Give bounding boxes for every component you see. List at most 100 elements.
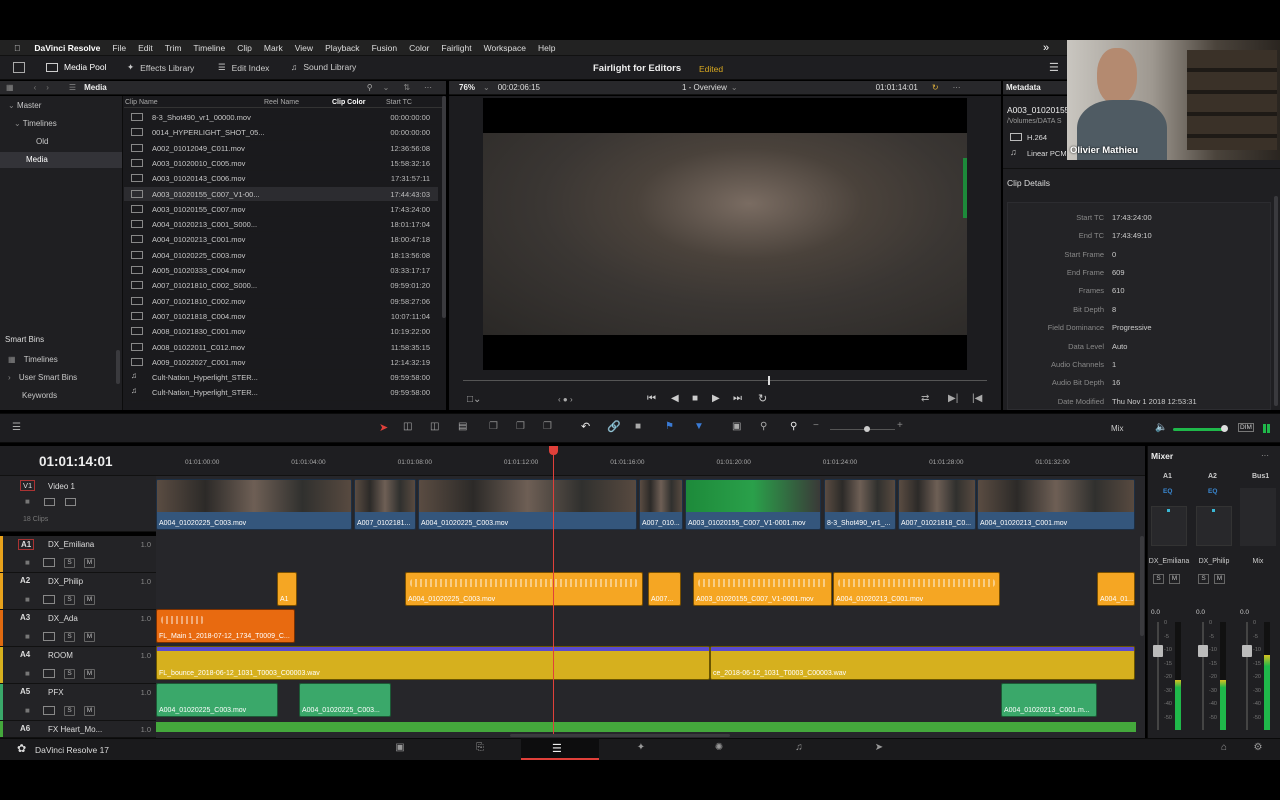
- sort-icon[interactable]: ⇅: [403, 83, 410, 92]
- color-page-icon[interactable]: ✺: [712, 743, 726, 753]
- eq-button[interactable]: EQ: [1163, 488, 1172, 495]
- more-options-icon[interactable]: ···: [424, 83, 432, 92]
- inspector-sliders-icon[interactable]: ☰: [1049, 61, 1059, 74]
- track-volume[interactable]: 1.0: [141, 614, 151, 623]
- go-to-start-icon[interactable]: ⏮: [647, 393, 656, 404]
- play-reverse-icon[interactable]: ◀: [671, 393, 679, 404]
- search-icon[interactable]: ⚲: [367, 83, 373, 92]
- solo-button[interactable]: S: [64, 558, 75, 568]
- bin-master[interactable]: ⌄ Master: [0, 98, 122, 114]
- smart-bin-timelines[interactable]: ▦ Timelines: [0, 352, 122, 368]
- audio-clip[interactable]: A004_01020213_C001.m...: [1001, 683, 1097, 717]
- clip-row[interactable]: A003_01020155_C007_V1-00... 17:44:43:03: [124, 186, 438, 202]
- video-clip[interactable]: A004_01020225_C003.mov: [156, 479, 352, 530]
- fader-knob[interactable]: [1153, 645, 1163, 657]
- enable-video-icon[interactable]: [65, 498, 76, 506]
- main-volume-slider[interactable]: [1173, 428, 1225, 431]
- solo-button[interactable]: S: [64, 595, 75, 605]
- settings-gear-icon[interactable]: ⚙: [1251, 743, 1265, 753]
- edit-index-button[interactable]: ☰ Edit Index: [218, 62, 269, 73]
- transform-icon[interactable]: □⌄: [467, 394, 481, 405]
- playhead-handle[interactable]: [549, 446, 558, 455]
- video-clip[interactable]: A003_01020155_C007_V1-0001.mov: [685, 479, 821, 530]
- auto-select-icon[interactable]: [43, 595, 55, 604]
- clip-row[interactable]: A007_01021810_C002.mov 09:58:27:06: [124, 294, 438, 309]
- audio-clip[interactable]: A004_01020225_C003.mov: [405, 572, 643, 606]
- audio-clip[interactable]: A1: [277, 572, 297, 606]
- clip-row[interactable]: ♫ Cult-Nation_Hyperlight_STER... 09:59:58:…: [124, 385, 438, 401]
- clip-row[interactable]: A008_01021830_C001.mov 10:19:22:00: [124, 324, 438, 340]
- main-volume-knob[interactable]: [1221, 425, 1228, 432]
- dynamic-trim-icon[interactable]: ◫: [430, 421, 439, 432]
- lock-icon[interactable]: ■: [25, 595, 30, 604]
- menu-clip[interactable]: Clip: [231, 43, 258, 53]
- forward-icon[interactable]: ›: [46, 83, 49, 92]
- track-name[interactable]: PFX: [48, 688, 64, 697]
- mixer-solo-button[interactable]: S: [1153, 574, 1164, 584]
- clip-row[interactable]: A007_01021810_C002_S000... 09:59:01:20: [124, 278, 438, 294]
- smart-bin-keywords[interactable]: Keywords: [0, 388, 122, 404]
- menu-timeline[interactable]: Timeline: [187, 43, 231, 53]
- audio-clip[interactable]: A004_01...: [1097, 572, 1135, 606]
- clip-row[interactable]: 0014_HYPERLIGHT_SHOT_05... 00:00:00:00: [124, 125, 438, 141]
- bin-old[interactable]: Old: [0, 134, 122, 150]
- zoom-detail-icon[interactable]: ⚲: [760, 421, 767, 432]
- mute-button[interactable]: M: [84, 706, 95, 716]
- clip-row[interactable]: A004_01020225_C003.mov 18:13:56:08: [124, 248, 438, 263]
- track-name[interactable]: ROOM: [48, 651, 73, 660]
- timeline-selector[interactable]: 1 - Overview: [682, 83, 727, 92]
- metadata-scrollbar[interactable]: [1274, 196, 1278, 406]
- fairlight-page-icon[interactable]: ♫: [792, 743, 806, 753]
- chevron-down-icon[interactable]: ⌄: [383, 83, 390, 92]
- match-frame-icon[interactable]: ⇄: [921, 393, 929, 404]
- track-id[interactable]: A5: [20, 687, 30, 696]
- zoom-slider[interactable]: [830, 429, 895, 430]
- audio-clip[interactable]: A004_01020213_C001.mov: [833, 572, 1000, 606]
- list-view-icon[interactable]: ☰: [69, 83, 76, 92]
- auto-select-icon[interactable]: [43, 706, 55, 715]
- audio-clip-a6[interactable]: [156, 722, 1136, 732]
- auto-select-icon[interactable]: [43, 632, 55, 641]
- mark-in-icon[interactable]: ▶|: [948, 393, 958, 404]
- chevron-down-icon[interactable]: ⌄: [731, 83, 738, 92]
- track-volume[interactable]: 1.0: [141, 688, 151, 697]
- grid-view-icon[interactable]: ▦: [6, 83, 14, 92]
- zoom-out-icon[interactable]: −: [813, 420, 819, 431]
- bin-media[interactable]: Media: [0, 152, 122, 168]
- mute-button[interactable]: M: [84, 595, 95, 605]
- dim-button[interactable]: DIM: [1238, 423, 1254, 432]
- col-reel-name[interactable]: Reel Name: [264, 99, 299, 106]
- clip-list-scrollbar[interactable]: [442, 96, 446, 318]
- zoom-custom-icon[interactable]: ⚲: [790, 421, 797, 432]
- mixer-mute-button[interactable]: M: [1169, 574, 1180, 584]
- audio-clip[interactable]: FL_Main 1_2018-07-12_1734_T0009_C...: [156, 609, 295, 643]
- cut-page-icon[interactable]: ⎘: [473, 743, 487, 753]
- menu-file[interactable]: File: [106, 43, 132, 53]
- go-to-end-icon[interactable]: ⏭: [733, 393, 742, 404]
- track-id[interactable]: A1: [18, 539, 35, 550]
- menu-app-name[interactable]: DaVinci Resolve: [28, 43, 106, 53]
- timeline-scrollbar-h[interactable]: [510, 734, 730, 737]
- video-clip[interactable]: A004_01020213_C001.mov: [977, 479, 1135, 530]
- zoom-slider-knob[interactable]: [864, 426, 870, 432]
- mute-button[interactable]: M: [84, 669, 95, 679]
- timeline-options-icon[interactable]: ☰: [12, 422, 21, 433]
- track-id[interactable]: A2: [20, 576, 30, 585]
- clip-row[interactable]: A003_01020155_C007.mov 17:43:24:00: [124, 202, 438, 218]
- track-volume[interactable]: 1.0: [141, 651, 151, 660]
- blade-icon[interactable]: ▤: [458, 421, 467, 432]
- mute-button[interactable]: M: [84, 558, 95, 568]
- menu-fusion[interactable]: Fusion: [366, 43, 404, 53]
- clip-row[interactable]: A002_01012049_C011.mov 12:36:56:08: [124, 141, 438, 156]
- bin-scrollbar[interactable]: [116, 350, 120, 384]
- back-icon[interactable]: ‹: [34, 83, 37, 92]
- play-icon[interactable]: ▶: [712, 393, 720, 404]
- panel-toggle-icon[interactable]: [13, 62, 25, 73]
- video-clip[interactable]: A004_01020225_C003.mov: [418, 479, 637, 530]
- replace-icon[interactable]: ❐: [543, 421, 552, 432]
- flag-icon[interactable]: ⚑: [665, 421, 674, 432]
- track-volume[interactable]: 1.0: [141, 577, 151, 586]
- edit-page-tab[interactable]: ☰: [521, 738, 599, 760]
- lock-icon[interactable]: ■: [635, 421, 641, 432]
- solo-button[interactable]: S: [64, 706, 75, 716]
